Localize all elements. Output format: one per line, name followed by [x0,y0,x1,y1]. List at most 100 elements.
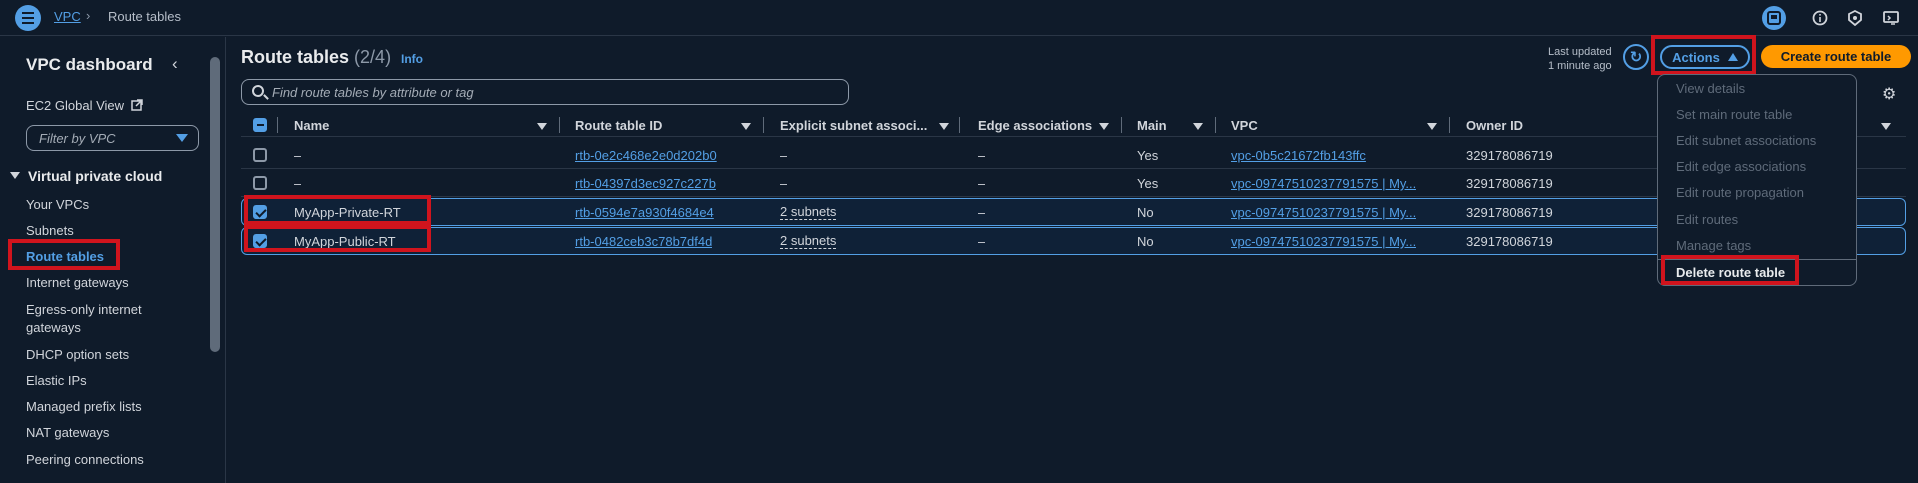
shield-icon[interactable] [1843,6,1867,30]
sidebar-item-subnets[interactable]: Subnets [26,223,74,238]
last-updated-value: 1 minute ago [1548,60,1612,72]
cell-subnets[interactable]: 2 subnets [780,234,837,249]
page-title-text: Route tables [241,47,350,67]
highlight-actions-button [1651,35,1756,75]
cell-main: Yes [1137,176,1159,191]
sidebar-item-managed-prefix-lists[interactable]: Managed prefix lists [26,399,142,414]
sidebar-item-ec2-global-view[interactable]: EC2 Global View [26,98,143,113]
refresh-icon: ↻ [1629,49,1643,66]
cell-subnets[interactable]: 2 subnets [780,205,837,220]
cell-vpc[interactable]: vpc-09747510237791575 | My... [1231,234,1416,249]
column-header-vpc[interactable]: VPC [1231,118,1258,133]
menu-item-edit-subnet-associations[interactable]: Edit subnet associations [1676,133,1816,148]
hamburger-menu-icon[interactable] [15,5,41,31]
row-checkbox[interactable] [253,176,267,190]
filter-by-vpc-select[interactable]: Filter by VPC [26,125,199,151]
menu-item-set-main-route-table[interactable]: Set main route table [1676,107,1792,122]
sort-icon[interactable] [1099,123,1109,130]
cell-owner-id: 329178086719 [1466,234,1553,249]
info-icon[interactable] [1808,6,1832,30]
top-navigation-bar: VPC › Route tables [0,0,1918,36]
info-link[interactable]: Info [401,52,423,66]
cell-main: Yes [1137,148,1159,163]
sort-icon[interactable] [537,123,547,130]
filter-by-vpc-placeholder: Filter by VPC [39,131,116,146]
cell-subnets: – [780,148,788,163]
feedback-icon[interactable] [1879,6,1903,30]
cell-vpc[interactable]: vpc-09747510237791575 | My... [1231,176,1416,191]
selected-count: (2/4) [354,47,392,67]
cell-route-table-id[interactable]: rtb-0e2c468e2e0d202b0 [575,148,717,163]
sidebar-item-your-vpcs[interactable]: Your VPCs [26,197,89,212]
menu-item-edit-edge-associations[interactable]: Edit edge associations [1676,159,1806,174]
refresh-button[interactable]: ↻ [1623,44,1649,70]
column-separator [1449,117,1450,133]
column-header-route-table-id[interactable]: Route table ID [575,118,662,133]
row-checkbox[interactable] [253,148,267,162]
column-header-explicit-subnet-associations[interactable]: Explicit subnet associ... [780,118,927,133]
highlight-public-rt-row [244,225,431,252]
sidebar-section-virtual-private-cloud[interactable]: Virtual private cloud [10,168,162,184]
menu-item-edit-route-propagation[interactable]: Edit route propagation [1676,185,1804,200]
menu-item-manage-tags[interactable]: Manage tags [1676,238,1751,253]
sidebar-item-dhcp-option-sets[interactable]: DHCP option sets [26,347,129,362]
external-link-icon [130,99,143,111]
menu-item-edit-routes[interactable]: Edit routes [1676,212,1738,227]
cell-edge: – [978,148,986,163]
cell-route-table-id[interactable]: rtb-0594e7a930f4684e4 [575,205,714,220]
cell-owner-id: 329178086719 [1466,148,1553,163]
sidebar-scrollbar[interactable] [210,57,220,352]
breadcrumb-vpc[interactable]: VPC [54,9,81,24]
sort-icon[interactable] [1427,123,1437,130]
sort-icon[interactable] [1881,123,1891,130]
menu-item-view-details[interactable]: View details [1676,81,1745,96]
search-input[interactable]: Find route tables by attribute or tag [241,79,849,105]
create-route-table-button[interactable]: Create route table [1761,45,1911,68]
sort-icon[interactable] [1193,123,1203,130]
highlight-route-tables-nav [8,239,120,270]
last-updated: Last updated 1 minute ago [1548,45,1612,73]
section-label: Virtual private cloud [28,168,163,184]
search-icon [252,85,264,97]
cell-subnets: – [780,176,788,191]
gear-icon[interactable]: ⚙ [1882,84,1896,104]
column-header-name[interactable]: Name [294,118,329,133]
chevron-right-icon: › [86,8,91,23]
cell-name: – [294,148,302,163]
column-header-edge-associations[interactable]: Edge associations [978,118,1092,133]
column-header-main[interactable]: Main [1137,118,1167,133]
column-separator [1215,117,1216,133]
sidebar-item-egress-only-internet-gateways[interactable]: Egress-only internet [26,302,142,317]
cell-name: – [294,176,302,191]
caret-down-icon [176,134,188,142]
column-separator [559,117,560,133]
cell-owner-id: 329178086719 [1466,205,1553,220]
column-header-owner-id[interactable]: Owner ID [1466,118,1523,133]
column-separator [277,117,278,133]
sidebar-item-egress-only-internet-gateways-line2[interactable]: gateways [26,320,81,335]
sidebar-item-nat-gateways[interactable]: NAT gateways [26,425,109,440]
cell-edge: – [978,234,986,249]
breadcrumb-current: Route tables [108,9,181,24]
ec2-global-view-label: EC2 Global View [26,98,125,113]
cell-edge: – [978,205,986,220]
sort-icon[interactable] [741,123,751,130]
cell-route-table-id[interactable]: rtb-0482ceb3c78b7df4d [575,234,712,249]
panel-icon[interactable] [1762,6,1786,30]
sidebar-item-elastic-ips[interactable]: Elastic IPs [26,373,87,388]
sidebar-title[interactable]: VPC dashboard [26,55,153,75]
cell-owner-id: 329178086719 [1466,176,1553,191]
page-title: Route tables (2/4) [241,47,391,68]
sidebar-divider [225,37,226,483]
column-separator [763,117,764,133]
cell-vpc[interactable]: vpc-0b5c21672fb143ffc [1231,148,1366,163]
sidebar-item-peering-connections[interactable]: Peering connections [26,452,144,467]
select-all-checkbox[interactable] [253,118,267,132]
cell-vpc[interactable]: vpc-09747510237791575 | My... [1231,205,1416,220]
sort-icon[interactable] [939,123,949,130]
cell-route-table-id[interactable]: rtb-04397d3ec927c227b [575,176,716,191]
column-separator [1121,117,1122,133]
cell-edge: – [978,176,986,191]
collapse-sidebar-icon[interactable]: ‹ [172,54,178,74]
sidebar-item-internet-gateways[interactable]: Internet gateways [26,275,129,290]
